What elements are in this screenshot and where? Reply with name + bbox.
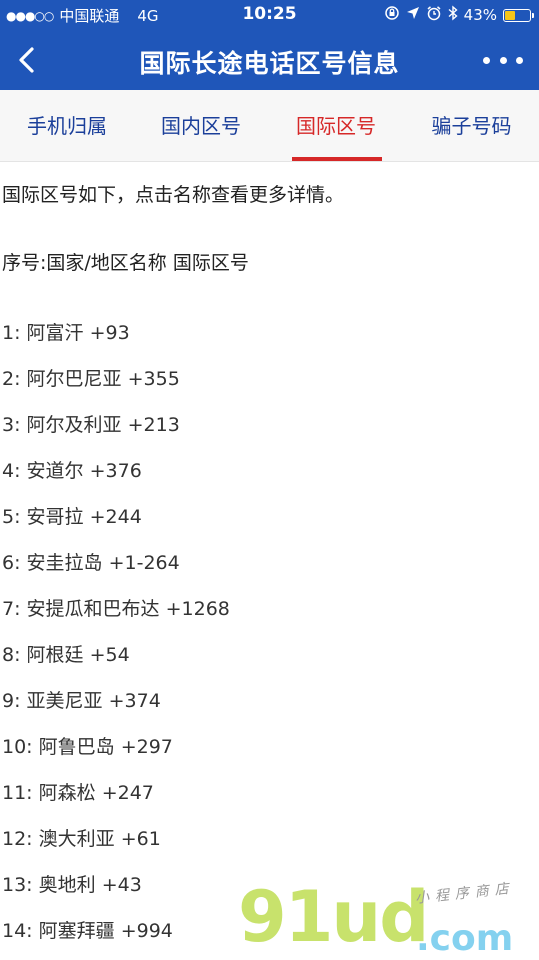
country-list-item[interactable]: 14: 阿塞拜疆 +994 — [2, 916, 230, 960]
country-list-item[interactable]: 6: 安圭拉岛 +1-264 — [2, 548, 230, 594]
watermark-tagline: 小程序商店 — [414, 880, 516, 907]
country-list-item[interactable]: 3: 阿尔及利亚 +213 — [2, 410, 230, 456]
watermark-logo: 91ud — [238, 876, 429, 958]
country-code: +247 — [101, 782, 154, 804]
navigation-bar: 国际长途电话区号信息 — [0, 30, 539, 90]
country-name: 阿富汗 — [26, 322, 84, 344]
country-name: 阿尔及利亚 — [26, 414, 122, 436]
country-list-item[interactable]: 12: 澳大利亚 +61 — [2, 824, 230, 870]
tab-scam-numbers[interactable]: 骗子号码 — [404, 90, 539, 162]
country-index: 3: — [2, 414, 21, 436]
country-code: +297 — [120, 736, 173, 758]
country-code: +43 — [101, 874, 142, 896]
country-code: +244 — [89, 506, 142, 528]
country-index: 5: — [2, 506, 21, 528]
country-index: 2: — [2, 368, 21, 390]
watermark-domain: .com — [416, 918, 514, 959]
country-index: 6: — [2, 552, 21, 574]
watermark: 91ud 小程序商店 .com — [238, 878, 538, 960]
country-code: +994 — [120, 920, 173, 942]
tab-mobile-location[interactable]: 手机归属 — [0, 90, 134, 162]
country-list-item[interactable]: 9: 亚美尼亚 +374 — [2, 686, 230, 732]
country-name: 奥地利 — [38, 874, 96, 896]
country-list-item[interactable]: 2: 阿尔巴尼亚 +355 — [2, 364, 230, 410]
country-list-item[interactable]: 10: 阿鲁巴岛 +297 — [2, 732, 230, 778]
status-right: 43% — [384, 5, 534, 25]
country-code: +61 — [120, 828, 161, 850]
country-index: 1: — [2, 322, 21, 344]
country-index: 14: — [2, 920, 33, 942]
country-list-item[interactable]: 11: 阿森松 +247 — [2, 778, 230, 824]
more-dot-icon — [483, 56, 490, 64]
country-index: 11: — [2, 782, 33, 804]
country-list-item[interactable]: 7: 安提瓜和巴布达 +1268 — [2, 594, 230, 640]
country-index: 10: — [2, 736, 33, 758]
rotation-lock-icon — [384, 5, 400, 25]
country-name: 阿鲁巴岛 — [38, 736, 115, 758]
more-dot-icon — [499, 56, 507, 64]
country-name: 阿根廷 — [26, 644, 84, 666]
country-name: 阿森松 — [38, 782, 96, 804]
app-screen: ●●●○○ 中国联通 4G 10:25 43% 国际长途电话区号信息 手机归属 … — [0, 0, 539, 960]
country-list-item[interactable]: 1: 阿富汗 +93 — [2, 318, 230, 364]
country-name: 亚美尼亚 — [26, 690, 103, 712]
country-list-item[interactable]: 5: 安哥拉 +244 — [2, 502, 230, 548]
intro-text: 国际区号如下，点击名称查看更多详情。 — [2, 184, 345, 206]
country-code: +54 — [89, 644, 130, 666]
list-header: 序号:国家/地区名称 国际区号 — [2, 252, 249, 274]
country-name: 澳大利亚 — [38, 828, 115, 850]
tab-bar: 手机归属 国内区号 国际区号 骗子号码 — [0, 90, 539, 162]
alarm-clock-icon — [426, 5, 442, 25]
country-list-item[interactable]: 13: 奥地利 +43 — [2, 870, 230, 916]
tab-domestic-area-code[interactable]: 国内区号 — [134, 90, 268, 162]
country-index: 12: — [2, 828, 33, 850]
location-arrow-icon — [406, 6, 420, 24]
country-name: 安提瓜和巴布达 — [26, 598, 160, 620]
battery-fill — [505, 10, 515, 20]
country-name: 安道尔 — [26, 460, 84, 482]
country-code: +376 — [89, 460, 142, 482]
country-code: +213 — [127, 414, 180, 436]
country-code: +374 — [108, 690, 161, 712]
country-name: 阿尔巴尼亚 — [26, 368, 122, 390]
more-dot-icon — [516, 56, 523, 64]
country-list-item[interactable]: 8: 阿根廷 +54 — [2, 640, 230, 686]
country-code: +1-264 — [108, 552, 180, 574]
country-name: 安圭拉岛 — [26, 552, 103, 574]
battery-percent: 43% — [463, 6, 497, 24]
bluetooth-icon — [448, 5, 458, 25]
active-tab-indicator — [292, 157, 382, 161]
country-name: 安哥拉 — [26, 506, 84, 528]
country-name: 阿塞拜疆 — [38, 920, 115, 942]
country-index: 9: — [2, 690, 21, 712]
page-title: 国际长途电话区号信息 — [139, 49, 400, 78]
tab-international-code[interactable]: 国际区号 — [268, 90, 404, 162]
battery-icon — [503, 8, 534, 22]
country-code: +355 — [127, 368, 180, 390]
country-index: 13: — [2, 874, 33, 896]
country-list: 1: 阿富汗 +93 2: 阿尔巴尼亚 +355 3: 阿尔及利亚 +213 4: 安… — [2, 318, 230, 960]
country-list-item[interactable]: 4: 安道尔 +376 — [2, 456, 230, 502]
country-index: 4: — [2, 460, 21, 482]
status-bar: ●●●○○ 中国联通 4G 10:25 43% — [0, 0, 539, 30]
country-code: +93 — [89, 322, 130, 344]
country-code: +1268 — [165, 598, 230, 620]
country-index: 8: — [2, 644, 21, 666]
more-options-button[interactable] — [483, 50, 523, 70]
country-index: 7: — [2, 598, 21, 620]
